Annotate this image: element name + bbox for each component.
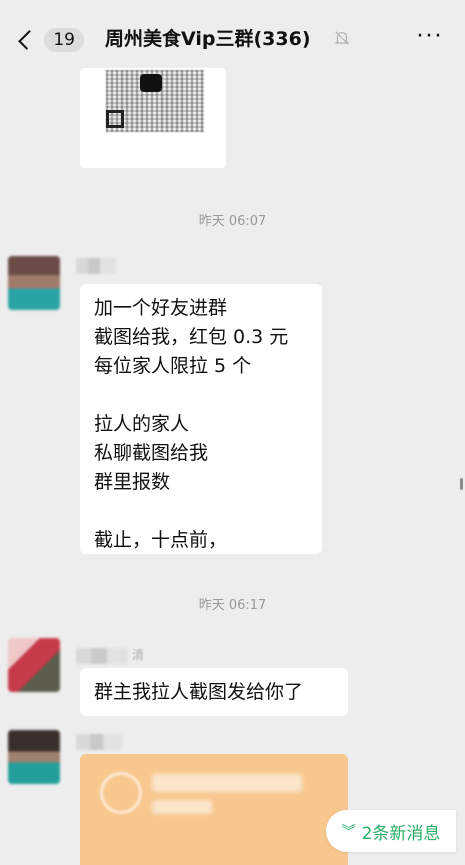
transfer-icon bbox=[100, 772, 142, 814]
bell-off-icon bbox=[334, 31, 350, 45]
scrollbar[interactable] bbox=[460, 478, 463, 490]
message-list[interactable]: 昨天 06:07 加一个好友进群 截图给我，红包 0.3 元 每位家人限拉 5 … bbox=[0, 68, 465, 865]
card-title-blurred bbox=[152, 774, 302, 792]
timestamp: 昨天 06:17 bbox=[198, 598, 267, 613]
wechat-logo-icon bbox=[140, 74, 162, 92]
chevron-left-icon bbox=[18, 29, 39, 51]
new-messages-label: 2条新消息 bbox=[361, 823, 441, 844]
back-button[interactable]: 19 bbox=[14, 22, 84, 58]
card-amount-blurred bbox=[152, 800, 212, 814]
qr-code-image[interactable] bbox=[80, 68, 226, 168]
sender-name bbox=[76, 734, 122, 750]
avatar[interactable] bbox=[8, 638, 60, 692]
more-button[interactable]: ··· bbox=[412, 24, 448, 52]
avatar[interactable] bbox=[8, 256, 60, 310]
transfer-card[interactable] bbox=[80, 754, 348, 865]
timestamp: 昨天 06:07 bbox=[198, 214, 267, 229]
chat-header: 19 周州美食Vip三群(336) ··· bbox=[0, 0, 465, 78]
message-bubble[interactable]: 群主我拉人截图发给你了 bbox=[80, 668, 348, 716]
sender-name bbox=[76, 648, 128, 664]
new-messages-button[interactable]: ︾ 2条新消息 bbox=[326, 810, 456, 852]
message-bubble[interactable]: 加一个好友进群 截图给我，红包 0.3 元 每位家人限拉 5 个 拉人的家人 私… bbox=[80, 284, 322, 554]
unread-count-badge: 19 bbox=[44, 28, 84, 52]
double-chevron-down-icon: ︾ bbox=[341, 824, 356, 840]
sender-name bbox=[76, 258, 116, 274]
qr-corner bbox=[106, 110, 124, 128]
chat-title: 周州美食Vip三群(336) bbox=[105, 28, 311, 50]
sender-name-suffix: 清 bbox=[132, 648, 145, 662]
avatar[interactable] bbox=[8, 730, 60, 784]
